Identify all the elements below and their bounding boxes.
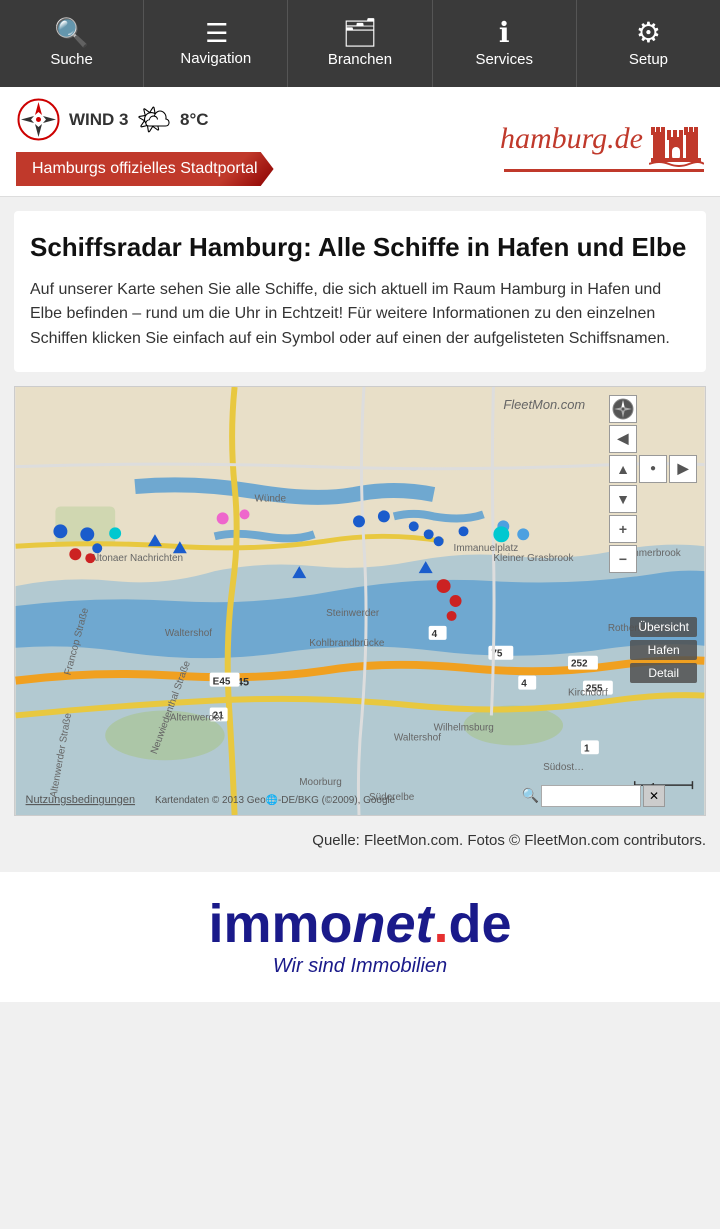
nav-item-branchen[interactable]: 🗂 Branchen [288, 0, 432, 87]
hamburg-underline [504, 169, 704, 172]
svg-text:Kleiner Grasbrook: Kleiner Grasbrook [493, 553, 573, 564]
hamburg-tagline-banner: Hamburgs offizielles Stadtportal [16, 152, 274, 186]
ad-banner[interactable]: immonet.de Wir sind Immobilien [0, 872, 720, 1002]
map-pan-up-btn[interactable]: ▲ [609, 455, 637, 483]
nav-label-suche: Suche [50, 51, 93, 68]
map-view-hafen[interactable]: Hafen [630, 640, 697, 660]
ad-logo: immonet.de [208, 897, 511, 951]
map-pan-left-btn[interactable]: ◀ [609, 425, 637, 453]
menu-icon: ☰ [205, 20, 226, 46]
article-card: Schiffsradar Hamburg: Alle Schiffe in Ha… [14, 211, 706, 372]
svg-text:Wünde: Wünde [254, 493, 286, 504]
weather-cloud-icon: 🌤 [137, 103, 173, 136]
ad-logo-text-immo: immo [208, 894, 352, 954]
hamburg-header: WIND 3 🌤 8°C Hamburgs offizielles Stadtp… [0, 87, 720, 197]
svg-text:Kirchdorf: Kirchdorf [568, 687, 608, 698]
map-zoom-out-btn[interactable]: − [609, 545, 637, 573]
branchen-icon: 🗂 [342, 19, 378, 47]
svg-text:Kartendaten © 2013 Geo🌐-DE/BK: Kartendaten © 2013 Geo🌐-DE/BKG (©2009), … [155, 793, 396, 806]
svg-text:Immanuelplatz: Immanuelplatz [454, 543, 519, 554]
svg-text:4: 4 [521, 678, 527, 689]
map-svg: E45 E45 252 255 75 4 4 21 1 Altenwerder … [15, 387, 705, 815]
svg-text:4: 4 [432, 629, 438, 640]
svg-text:Wilhelmsburg: Wilhelmsburg [434, 722, 494, 733]
article-title: Schiffsradar Hamburg: Alle Schiffe in Ha… [30, 231, 690, 264]
map-zoom-in-btn[interactable]: + [609, 515, 637, 543]
map-compass-btn[interactable] [609, 395, 637, 423]
svg-text:Moorburg: Moorburg [299, 777, 342, 788]
ad-logo-text-net: net [352, 894, 433, 954]
nav-item-navigation[interactable]: ☰ Navigation [144, 0, 288, 87]
nav-label-services: Services [475, 51, 533, 68]
map-search-magnifier-icon: 🔍 [522, 787, 539, 804]
nav-item-setup[interactable]: ⚙ Setup [577, 0, 720, 87]
nav-label-navigation: Navigation [180, 50, 251, 67]
ad-slogan: Wir sind Immobilien [273, 955, 447, 978]
gear-icon: ⚙ [636, 19, 661, 47]
source-label: Quelle: FleetMon.com. Fotos © FleetMon.c… [312, 832, 706, 849]
source-text: Quelle: FleetMon.com. Fotos © FleetMon.c… [0, 824, 720, 863]
map-search-input[interactable] [541, 785, 641, 807]
svg-text:Nutzungsbedingungen: Nutzungsbedingungen [26, 794, 135, 806]
svg-text:Altenwerder: Altenwerder [170, 712, 224, 723]
map-search-bar: 🔍 ✕ [522, 785, 665, 807]
tagline-text: Hamburgs offizielles Stadtportal [32, 160, 258, 177]
search-icon: 🔍 [54, 19, 89, 47]
map-view-ubersicht[interactable]: Übersicht [630, 617, 697, 637]
nav-bar: 🔍 Suche ☰ Navigation 🗂 Branchen ℹ Servic… [0, 0, 720, 87]
map-view-detail[interactable]: Detail [630, 663, 697, 683]
map-container[interactable]: E45 E45 252 255 75 4 4 21 1 Altenwerder … [14, 386, 706, 816]
hamburg-logo: hamburg.de [500, 112, 704, 167]
map-search-close-btn[interactable]: ✕ [643, 785, 665, 807]
weather-section: WIND 3 🌤 8°C [16, 97, 274, 142]
svg-text:Kohlbrandbrücke: Kohlbrandbrücke [309, 638, 385, 649]
nav-item-suche[interactable]: 🔍 Suche [0, 0, 144, 87]
svg-text:Steinwerder: Steinwerder [326, 608, 380, 619]
map-pan-right-btn[interactable]: ▶ [669, 455, 697, 483]
nav-item-services[interactable]: ℹ Services [433, 0, 577, 87]
map-center-btn[interactable]: ● [639, 455, 667, 483]
ad-logo-dot: . [433, 894, 448, 954]
svg-text:Waltershof: Waltershof [165, 628, 212, 639]
svg-text:Südost…: Südost… [543, 762, 584, 773]
temperature: 8°C [180, 110, 209, 130]
nav-label-setup: Setup [629, 51, 668, 68]
info-icon: ℹ [499, 19, 510, 47]
article-body: Auf unserer Karte sehen Sie alle Schiffe… [30, 278, 690, 352]
svg-text:FleetMon.com: FleetMon.com [503, 397, 585, 412]
compass-icon [611, 397, 635, 421]
nav-label-branchen: Branchen [328, 51, 392, 68]
map-controls: ◀ ▲ ● ▶ ▼ + − [609, 395, 697, 573]
svg-text:252: 252 [571, 659, 588, 670]
hamburg-logo-text: hamburg.de [500, 122, 643, 156]
svg-text:E45: E45 [213, 676, 231, 687]
ad-logo-text-de: de [449, 894, 512, 954]
map-pan-down-btn[interactable]: ▼ [609, 485, 637, 513]
svg-text:Altonaer Nachrichten: Altonaer Nachrichten [90, 553, 183, 564]
hamburg-logo-section: hamburg.de [500, 112, 704, 172]
hamburg-castle-icon [649, 112, 704, 167]
map-view-buttons: Übersicht Hafen Detail [630, 617, 697, 683]
svg-text:1: 1 [584, 743, 590, 754]
svg-text:Waltershof: Waltershof [394, 732, 441, 743]
wind-compass-icon [16, 97, 61, 142]
wind-label: WIND 3 [69, 110, 129, 130]
